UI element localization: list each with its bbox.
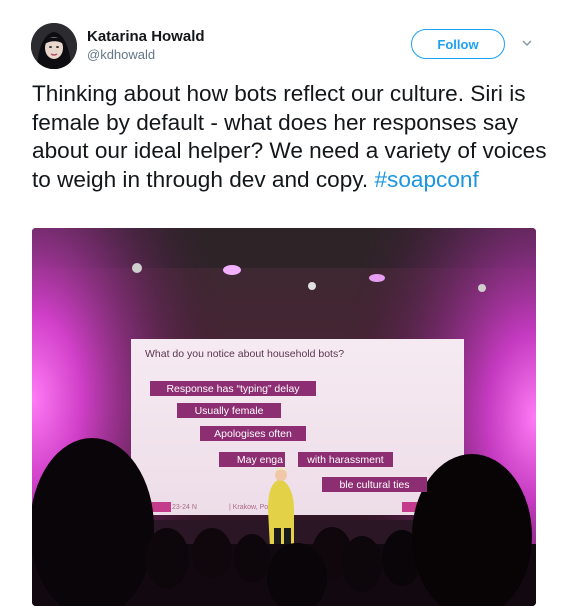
- conference-stage-photo: [32, 228, 536, 606]
- slide-item: May enga: [219, 452, 285, 467]
- tweet-text: Thinking about how bots reflect our cult…: [32, 80, 547, 194]
- chevron-down-icon[interactable]: [520, 36, 534, 50]
- slide-item: with harassment: [298, 452, 393, 467]
- follow-button[interactable]: Follow: [411, 29, 505, 59]
- slide-footer-date: 23-24 N: [172, 504, 197, 511]
- slide-footer-location: | Krakow, Po: [229, 504, 269, 511]
- slide-item: ble cultural ties: [322, 477, 427, 492]
- hashtag-link[interactable]: #soapconf: [374, 167, 478, 192]
- avatar[interactable]: [31, 23, 77, 69]
- slide-item: Usually female: [177, 403, 281, 418]
- display-name[interactable]: Katarina Howald: [87, 28, 205, 45]
- slide-title: What do you notice about household bots?: [145, 348, 345, 360]
- slide-item: Apologises often: [200, 426, 306, 441]
- slide-item: Response has “typing” delay: [150, 381, 316, 396]
- tweet-photo[interactable]: What do you notice about household bots?…: [32, 228, 536, 606]
- user-handle[interactable]: @kdhowald: [87, 47, 155, 62]
